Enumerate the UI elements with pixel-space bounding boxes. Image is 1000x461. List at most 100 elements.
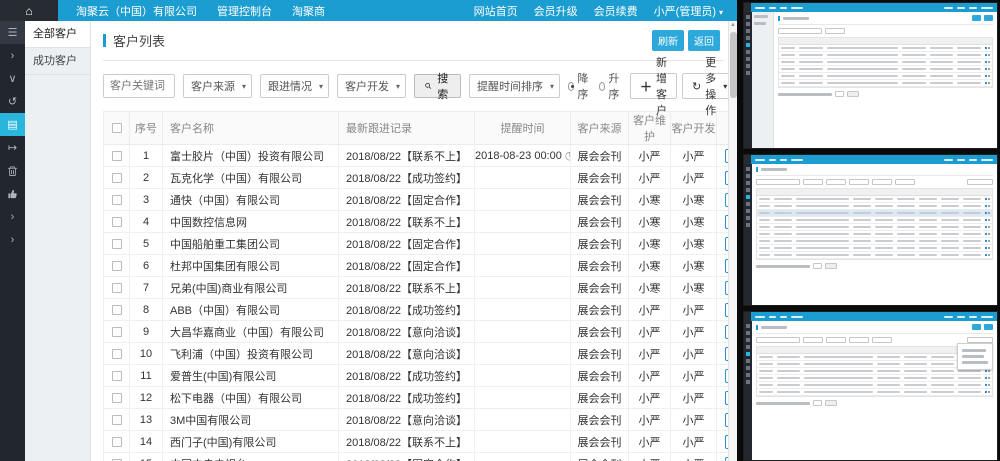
row-index: 13 — [130, 409, 163, 431]
customer-name: 兄弟(中国)商业有限公司 — [163, 277, 339, 299]
nav-item[interactable]: 淘聚商 — [292, 3, 325, 19]
followup-record: 2018/08/22【成功签约】 — [339, 387, 475, 409]
customer-developer: 小严 — [671, 145, 717, 167]
chevron-down-icon: ▾ — [550, 82, 554, 91]
table-row: 14 西门子(中国)有限公司 2018/08/22【联系不上】 ◷ 展会会刊 小… — [104, 431, 729, 453]
row-checkbox[interactable] — [112, 195, 122, 205]
followup-record: 2018/08/22【联系不上】 — [339, 431, 475, 453]
scrollbar-thumb[interactable] — [730, 32, 737, 98]
select-all-checkbox[interactable] — [112, 123, 122, 133]
customer-source: 展会会刊 — [571, 189, 629, 211]
row-checkbox[interactable] — [112, 327, 122, 337]
logout-icon[interactable]: ↦ — [0, 136, 25, 159]
home-button[interactable]: ⌂ — [0, 0, 58, 21]
customer-name: 爱普生(中国)有限公司 — [163, 365, 339, 387]
customer-name: 瓦克化学（中国）有限公司 — [163, 167, 339, 189]
row-checkbox[interactable] — [112, 393, 122, 403]
followup-record: 2018/08/22【固定合作】 — [339, 255, 475, 277]
customer-source: 展会会刊 — [571, 299, 629, 321]
row-checkbox[interactable] — [112, 349, 122, 359]
table-row: 2 瓦克化学（中国）有限公司 2018/08/22【成功签约】 ◷ 展会会刊 小… — [104, 167, 729, 189]
sort-asc-radio[interactable]: 升序 — [599, 70, 622, 102]
followup-record: 2018/08/22【固定合作】 — [339, 233, 475, 255]
add-customer-button[interactable]: ＋新增客户 — [630, 73, 677, 99]
keyword-input[interactable] — [103, 74, 175, 98]
history-icon[interactable]: ↺ — [0, 90, 25, 113]
source-select[interactable]: 客户来源▾ — [183, 74, 252, 98]
back-button[interactable]: 返回 — [688, 30, 720, 51]
menu-icon[interactable]: ☰ — [0, 21, 25, 44]
customer-name: 中国中央电视台 — [163, 453, 339, 461]
row-index: 9 — [130, 321, 163, 343]
more-actions-button[interactable]: ↻更多操作▾ — [682, 73, 728, 99]
row-checkbox[interactable] — [112, 437, 122, 447]
customer-keeper: 小严 — [629, 453, 671, 461]
row-checkbox[interactable] — [112, 173, 122, 183]
home-icon: ⌂ — [25, 4, 32, 18]
col-source: 客户来源 — [571, 112, 629, 145]
customer-name: 通快（中国）有限公司 — [163, 189, 339, 211]
vertical-scrollbar[interactable]: ▲ — [728, 21, 737, 461]
customer-keeper: 小严 — [629, 343, 671, 365]
row-checkbox[interactable] — [112, 305, 122, 315]
developer-select[interactable]: 客户开发▾ — [337, 74, 406, 98]
customer-developer: 小严 — [671, 321, 717, 343]
search-button[interactable]: 搜索 — [414, 74, 461, 98]
row-checkbox[interactable] — [112, 261, 122, 271]
customer-developer: 小严 — [671, 431, 717, 453]
customer-developer: 小严 — [671, 409, 717, 431]
screenshot-stage: ⌂ 淘聚云（中国）有限公司 管理控制台 淘聚商 网站首页会员升级会员续费小严(管理员… — [0, 0, 1000, 461]
page-preview-strip — [737, 0, 1000, 461]
sidebar-item-all-customers[interactable]: 全部客户 — [25, 21, 90, 48]
customer-source: 展会会刊 — [571, 431, 629, 453]
table-row: 8 ABB（中国）有限公司 2018/08/22【成功签约】 ◷ 展会会刊 小严… — [104, 299, 729, 321]
row-checkbox[interactable] — [112, 415, 122, 425]
nav-item[interactable]: 会员续费 — [594, 3, 638, 19]
sidebar-item-success-customers[interactable]: 成功客户 — [25, 48, 90, 75]
nav-item[interactable]: 管理控制台 — [217, 3, 272, 19]
nav-item[interactable]: 会员升级 — [534, 3, 578, 19]
sort-desc-radio[interactable]: 降序 — [568, 70, 591, 102]
customer-keeper: 小严 — [629, 431, 671, 453]
chevron-right-icon[interactable]: › — [0, 44, 25, 67]
table-header-row: 序号 客户名称 最新跟进记录 提醒时间 客户来源 客户维护 客户开发 操作 — [104, 112, 729, 145]
customer-keeper: 小寒 — [629, 211, 671, 233]
trash-icon[interactable] — [0, 159, 25, 182]
customer-table: 序号 客户名称 最新跟进记录 提醒时间 客户来源 客户维护 客户开发 操作 1 … — [103, 111, 728, 461]
customer-source: 展会会刊 — [571, 321, 629, 343]
chevron-right-icon[interactable]: › — [0, 228, 25, 251]
customer-developer: 小寒 — [671, 189, 717, 211]
thumbs-up-icon[interactable] — [0, 182, 25, 205]
row-checkbox[interactable] — [112, 151, 122, 161]
open-dropdown-menu — [957, 343, 993, 370]
chevron-right-icon[interactable]: › — [0, 205, 25, 228]
refresh-button[interactable]: 刷新 — [652, 30, 684, 51]
customer-source: 展会会刊 — [571, 145, 629, 167]
customer-keeper: 小严 — [629, 145, 671, 167]
customer-source: 展会会刊 — [571, 387, 629, 409]
nav-item[interactable]: 淘聚云（中国）有限公司 — [76, 3, 197, 19]
followup-select[interactable]: 跟进情况▾ — [260, 74, 329, 98]
row-checkbox[interactable] — [112, 239, 122, 249]
sort-select[interactable]: 提醒时间排序▾ — [469, 74, 560, 98]
row-checkbox[interactable] — [112, 217, 122, 227]
table-row: 15 中国中央电视台 2018/08/22【固定合作】 ◷ 展会会刊 小严 小严… — [104, 453, 729, 461]
scroll-up-icon[interactable]: ▲ — [729, 21, 737, 30]
table-row: 3 通快（中国）有限公司 2018/08/22【固定合作】 ◷ 展会会刊 小寒 … — [104, 189, 729, 211]
followup-record: 2018/08/22【成功签约】 — [339, 299, 475, 321]
page-title: 客户列表 — [113, 31, 165, 50]
customer-developer: 小严 — [671, 365, 717, 387]
list-icon[interactable]: ▤ — [0, 113, 25, 136]
col-remind-time: 提醒时间 — [475, 112, 571, 145]
row-checkbox[interactable] — [112, 283, 122, 293]
followup-record: 2018/08/22【成功签约】 — [339, 365, 475, 387]
user-menu[interactable]: 小严(管理员)▾ — [654, 3, 723, 19]
col-keeper: 客户维护 — [629, 112, 671, 145]
row-index: 6 — [130, 255, 163, 277]
nav-item[interactable]: 网站首页 — [474, 3, 518, 19]
row-checkbox[interactable] — [112, 371, 122, 381]
followup-record: 2018/08/22【意向洽谈】 — [339, 409, 475, 431]
customer-source: 展会会刊 — [571, 255, 629, 277]
chevron-down-icon[interactable]: ∨ — [0, 67, 25, 90]
row-index: 1 — [130, 145, 163, 167]
